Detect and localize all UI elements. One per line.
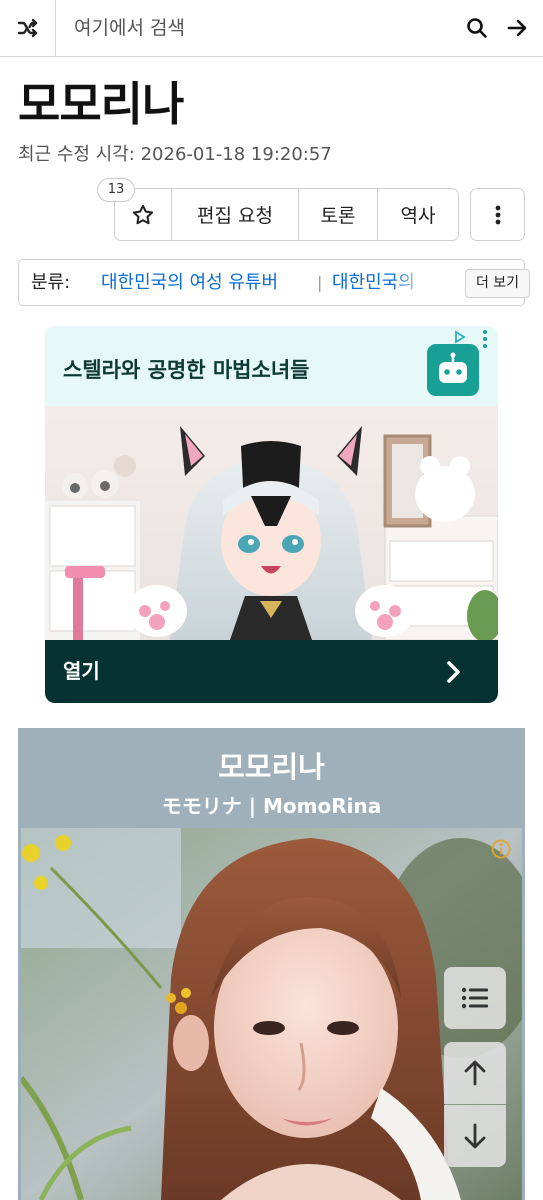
- arrow-down-icon: [464, 1123, 486, 1149]
- history-button[interactable]: 역사: [378, 189, 458, 240]
- infobox-subtitle: モモリナ | MomoRina: [161, 794, 382, 818]
- ad-open-label: 열기: [63, 659, 100, 683]
- shuffle-icon: [17, 18, 37, 38]
- list-icon: [461, 987, 488, 1009]
- search-icon: [467, 18, 487, 38]
- category-link-korea[interactable]: 대한민국의: [332, 260, 432, 305]
- table-of-contents-button[interactable]: [444, 967, 506, 1029]
- search-input[interactable]: 여기에서 검색: [74, 0, 185, 56]
- category-label: 분류:: [31, 272, 71, 293]
- arrow-up-icon: [464, 1060, 486, 1086]
- scroll-down-button[interactable]: [444, 1105, 506, 1167]
- star-icon: [132, 204, 154, 224]
- action-button-group: 편집 요청 토론 역사: [114, 188, 459, 241]
- ad-menu-icon[interactable]: [481, 329, 489, 349]
- search-button[interactable]: [458, 9, 496, 47]
- discussion-button[interactable]: 토론: [299, 189, 378, 240]
- star-count-badge: 13: [97, 178, 135, 202]
- edit-request-button[interactable]: 편집 요청: [172, 189, 299, 240]
- ad-cta-bar[interactable]: 열기: [45, 640, 498, 703]
- infobox-title: 모모리나: [218, 750, 325, 784]
- ad-app-logo: [427, 344, 479, 396]
- ad-title: 스텔라와 공명한 마법소녀들: [63, 358, 310, 382]
- go-button[interactable]: [498, 9, 536, 47]
- robot-icon: [439, 352, 467, 383]
- top-search-bar: 여기에서 검색: [0, 0, 543, 57]
- more-vertical-icon: [495, 205, 500, 224]
- category-link-female-youtuber[interactable]: 대한민국의 여성 유튜버: [101, 260, 278, 305]
- category-bar: 분류: 대한민국의 여성 유튜버 | 대한민국의 더 보기: [18, 259, 530, 306]
- more-options-button[interactable]: [470, 188, 525, 241]
- page-title: 모모리나: [18, 77, 184, 131]
- scroll-up-button[interactable]: [444, 1042, 506, 1104]
- chevron-right-icon: [447, 661, 460, 683]
- last-modified-text: 최근 수정 시각: 2026-01-18 19:20:57: [18, 144, 332, 165]
- ad-choices-icon[interactable]: [453, 330, 467, 344]
- advertisement-banner[interactable]: 스텔라와 공명한 마법소녀들 열기: [45, 326, 498, 703]
- ad-illustration: [45, 406, 498, 640]
- category-separator: |: [317, 273, 323, 292]
- arrow-right-icon: [507, 19, 527, 37]
- random-page-button[interactable]: [0, 0, 56, 56]
- info-icon[interactable]: [491, 839, 511, 859]
- category-more-button[interactable]: 더 보기: [465, 269, 530, 298]
